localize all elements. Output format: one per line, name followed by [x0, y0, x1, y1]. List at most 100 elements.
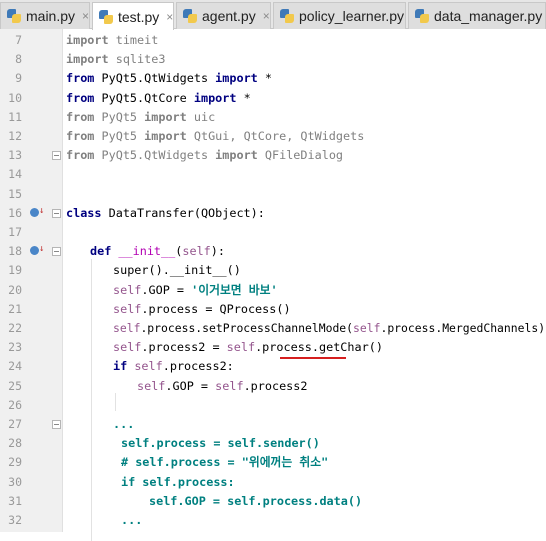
code-text: from PyQt5.QtWidgets import * [66, 71, 273, 86]
line-number: 27 [8, 417, 22, 431]
code-line[interactable]: 18 ↓ def __init__(self): [0, 242, 546, 261]
code-text: self.process = self.sender() [121, 436, 320, 451]
code-line[interactable]: 25 self.GOP = self.process2 [0, 377, 546, 396]
tab-label: agent.py [202, 8, 256, 24]
code-text: self.GOP = self.process2 [137, 378, 308, 393]
line-number: 24 [8, 359, 22, 374]
line-number: 14 [8, 167, 22, 182]
tab-test-py[interactable]: test.py × [92, 2, 174, 30]
code-text: from PyQt5 import QtGui, QtCore, QtWidge… [66, 129, 365, 143]
fold-marker-icon[interactable] [52, 247, 61, 257]
code-line[interactable]: 11 from PyQt5 import uic [0, 108, 546, 127]
line-number: 20 [8, 282, 22, 297]
code-text: import timeit [66, 33, 159, 47]
line-number: 29 [8, 455, 22, 470]
code-text: import sqlite3 [66, 52, 166, 67]
code-editor[interactable]: 7 import timeit 8 import sqlite3 9 from … [0, 29, 546, 541]
python-file-icon [7, 9, 21, 23]
code-line[interactable]: 32 ... [0, 511, 546, 530]
code-text: self.process2 = self.process.getChar() [113, 340, 383, 355]
code-text: # self.process = "위에꺼는 취소" [121, 455, 329, 470]
code-line[interactable]: 14 [0, 165, 546, 184]
code-line[interactable]: 10 from PyQt5.QtCore import * [0, 89, 546, 108]
code-line[interactable]: 29 # self.process = "위에꺼는 취소" [0, 453, 546, 472]
close-icon[interactable]: × [166, 10, 173, 24]
line-number: 19 [8, 263, 22, 278]
fold-marker-icon[interactable] [52, 151, 61, 161]
code-line[interactable]: 7 import timeit [0, 31, 546, 50]
line-number: 12 [8, 129, 22, 143]
code-text: self.process.setProcessChannelMode(self.… [113, 321, 546, 335]
close-icon[interactable]: × [82, 9, 89, 23]
code-text: from PyQt5 import uic [66, 109, 216, 124]
code-line[interactable]: 26 [0, 396, 546, 415]
code-text: super().__init__() [113, 263, 241, 278]
line-number: 13 [8, 148, 22, 163]
code-text: if self.process2: [113, 359, 234, 374]
code-text: ... [113, 417, 135, 431]
code-line[interactable]: 23 self.process2 = self.process.getChar(… [0, 338, 546, 360]
line-number: 17 [8, 225, 22, 239]
line-number: 7 [15, 33, 22, 47]
line-number: 9 [15, 71, 22, 86]
highlighted-method: getChar() [319, 340, 383, 355]
line-number: 18 [8, 244, 22, 259]
code-line[interactable]: 24 if self.process2: [0, 357, 546, 376]
tab-label: policy_learner.py [299, 8, 405, 24]
tab-main-py[interactable]: main.py × [0, 2, 90, 29]
code-text: self.GOP = '이거보면 바보' [113, 282, 278, 297]
line-number: 22 [8, 321, 22, 335]
code-text: self.process = QProcess() [113, 301, 291, 316]
code-line[interactable]: 19 super().__init__() [0, 261, 546, 280]
line-number: 21 [8, 301, 22, 316]
code-line[interactable]: 22 self.process.setProcessChannelMode(se… [0, 319, 546, 338]
code-line[interactable]: 13 from PyQt5.QtWidgets import QFileDial… [0, 146, 546, 165]
code-line[interactable]: 21 self.process = QProcess() [0, 300, 546, 319]
python-file-icon [99, 9, 113, 24]
overridden-method-icon[interactable]: ↓ [30, 244, 44, 258]
code-line[interactable]: 28 self.process = self.sender() [0, 434, 546, 453]
code-line[interactable]: 17 [0, 223, 546, 242]
line-number: 26 [8, 397, 22, 412]
tab-label: data_manager.py [434, 8, 543, 24]
line-number: 25 [8, 378, 22, 393]
code-text: ... [121, 513, 143, 527]
tab-label: main.py [26, 8, 76, 24]
code-text: class DataTransfer(QObject): [66, 205, 265, 220]
code-text: from PyQt5.QtWidgets import QFileDialog [66, 148, 344, 163]
code-text: def __init__(self): [90, 244, 225, 259]
code-line[interactable]: 12 from PyQt5 import QtGui, QtCore, QtWi… [0, 127, 546, 146]
editor-tab-bar: main.py × test.py × agent.py × policy_le… [0, 0, 546, 30]
fold-marker-icon[interactable] [52, 208, 61, 218]
python-file-icon [415, 9, 429, 23]
code-line[interactable]: 9 from PyQt5.QtWidgets import * [0, 69, 546, 88]
code-line[interactable]: 8 import sqlite3 [0, 50, 546, 69]
close-icon[interactable]: × [263, 9, 270, 23]
overridden-method-icon[interactable]: ↓ [30, 206, 44, 220]
code-line[interactable]: 15 [0, 185, 546, 204]
line-number: 11 [8, 109, 22, 124]
line-number: 23 [8, 340, 22, 355]
line-number: 28 [8, 436, 22, 451]
tab-data-manager-py[interactable]: data_manager.py × [408, 2, 546, 29]
line-number: 31 [8, 493, 22, 508]
tab-agent-py[interactable]: agent.py × [176, 2, 271, 29]
line-number: 32 [8, 513, 22, 527]
line-number: 8 [15, 52, 22, 67]
python-file-icon [280, 9, 294, 23]
tab-label: test.py [118, 8, 160, 25]
code-text: if self.process: [121, 474, 235, 489]
line-number: 30 [8, 474, 22, 489]
line-number: 16 [8, 205, 22, 220]
fold-marker-icon[interactable] [52, 420, 61, 429]
code-line[interactable]: 31 self.GOP = self.process.data() [0, 492, 546, 511]
line-number: 10 [8, 90, 22, 105]
code-text: from PyQt5.QtCore import * [66, 90, 251, 105]
code-line[interactable]: 16 ↓ class DataTransfer(QObject): [0, 204, 546, 223]
code-text: self.GOP = self.process.data() [149, 493, 363, 508]
line-number: 15 [8, 186, 22, 201]
code-line[interactable]: 27 ... [0, 415, 546, 434]
code-line[interactable]: 20 self.GOP = '이거보면 바보' [0, 281, 546, 300]
code-line[interactable]: 30 if self.process: [0, 473, 546, 492]
tab-policy-learner-py[interactable]: policy_learner.py × [273, 2, 406, 29]
